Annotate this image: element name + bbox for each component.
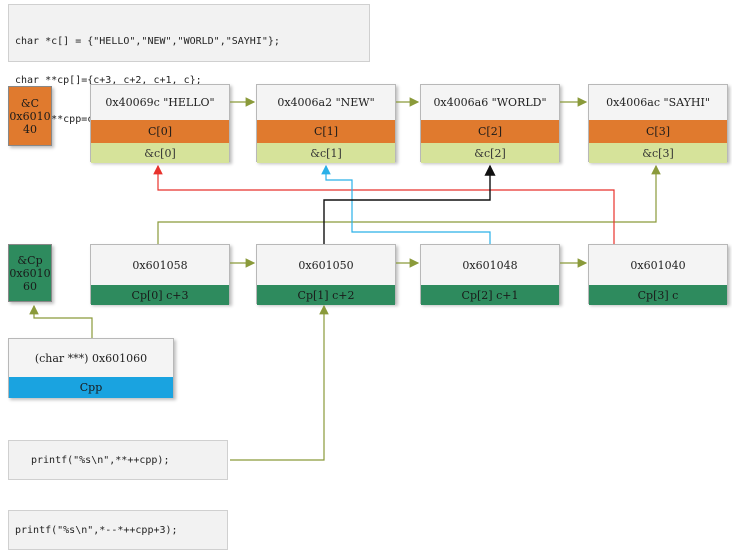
arrow-cpp-to-addr-cp — [29, 304, 93, 338]
arrow-printf-to-cp1 — [230, 304, 329, 461]
arrow-cp2-to-c1 — [321, 164, 491, 244]
arrows-layer — [29, 97, 661, 461]
